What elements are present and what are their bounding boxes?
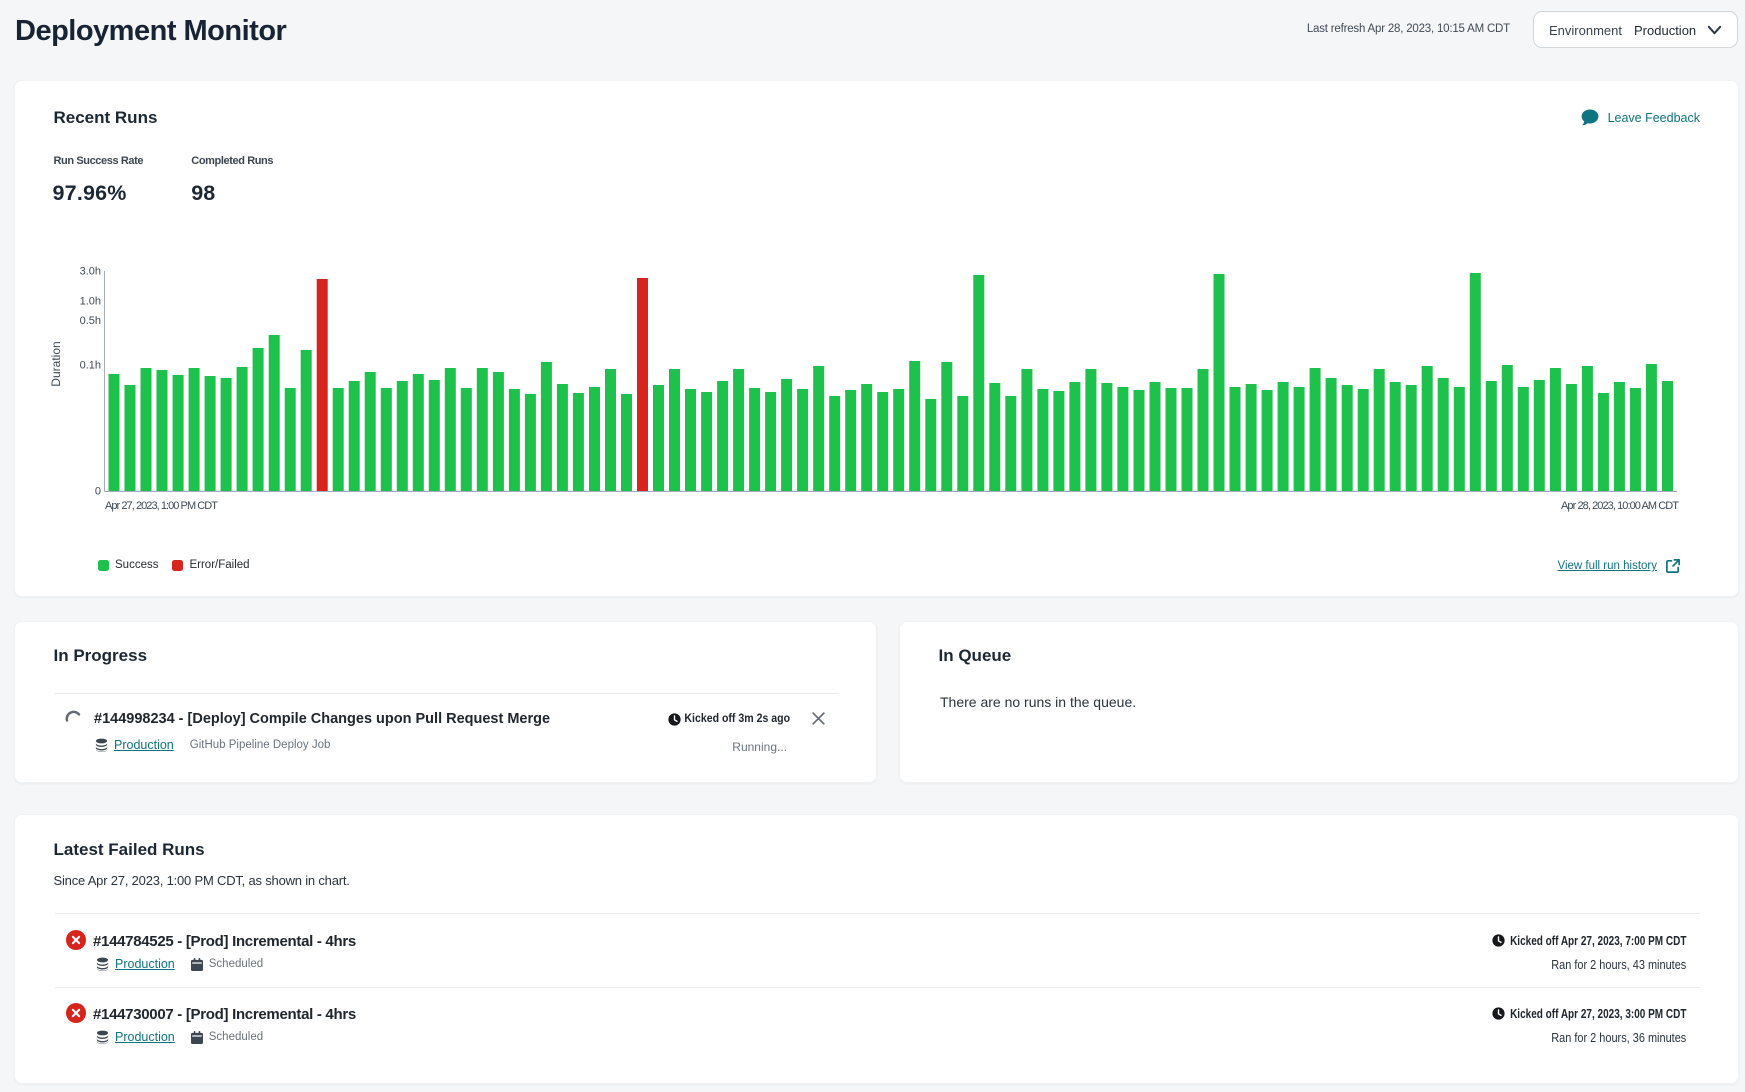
svg-text:0: 0	[95, 486, 101, 498]
svg-text:Apr 27, 2023, 1:00 PM CDT: Apr 27, 2023, 1:00 PM CDT	[105, 500, 218, 512]
svg-text:Apr 28, 2023, 10:00 AM CDT: Apr 28, 2023, 10:00 AM CDT	[1561, 500, 1679, 512]
svg-text:0.5h: 0.5h	[80, 315, 101, 327]
svg-text:3.0h: 3.0h	[80, 266, 101, 278]
svg-text:Duration: Duration	[49, 341, 63, 386]
svg-text:0.1h: 0.1h	[80, 360, 101, 372]
svg-text:1.0h: 1.0h	[80, 296, 101, 308]
